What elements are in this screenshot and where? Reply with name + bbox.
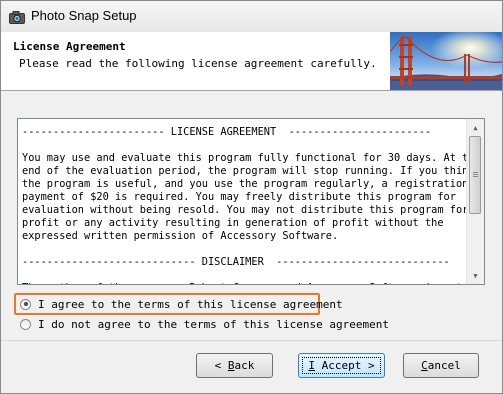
license-line: profit or any activity resulting in gene… bbox=[22, 217, 444, 229]
disagree-radio[interactable] bbox=[20, 318, 31, 330]
back-button[interactable]: < Back bbox=[196, 353, 273, 378]
vertical-scrollbar[interactable]: ▲ ▼ bbox=[466, 119, 484, 284]
setup-window: Photo Snap Setup License Agreement Pleas… bbox=[0, 0, 503, 394]
title-bar[interactable]: Photo Snap Setup bbox=[1, 1, 502, 32]
license-line bbox=[22, 139, 468, 152]
footer-divider bbox=[1, 340, 502, 341]
license-text-box[interactable]: ----------------------- LICENSE AGREEMEN… bbox=[17, 118, 485, 285]
license-line: You may use and evaluate this program fu… bbox=[22, 152, 481, 164]
license-text: ----------------------- LICENSE AGREEMEN… bbox=[22, 126, 481, 284]
license-line: evaluation without being resold. You may… bbox=[22, 204, 469, 216]
license-line: ---------------------------- DISCLAIMER … bbox=[22, 256, 450, 268]
license-line: the program is useful, and you use the p… bbox=[22, 178, 469, 190]
agree-option[interactable]: I agree to the terms of this license agr… bbox=[20, 296, 343, 312]
page-title: License Agreement bbox=[13, 40, 126, 53]
license-line: payment of $20 is required. You may free… bbox=[22, 191, 456, 203]
page-subtitle: Please read the following license agreem… bbox=[19, 57, 377, 70]
license-line: ----------------------- LICENSE AGREEMEN… bbox=[22, 126, 432, 138]
window-title: Photo Snap Setup bbox=[31, 8, 137, 23]
cancel-button-label: Cancel bbox=[421, 359, 461, 372]
scroll-down-arrow-icon[interactable]: ▼ bbox=[467, 267, 484, 284]
golden-gate-bridge-banner bbox=[390, 32, 502, 90]
camera-app-icon bbox=[9, 9, 25, 24]
wizard-header: License Agreement Please read the follow… bbox=[1, 32, 502, 91]
agree-label: I agree to the terms of this license agr… bbox=[38, 297, 343, 311]
accept-button[interactable]: I Accept > bbox=[298, 353, 385, 378]
cancel-button[interactable]: Cancel bbox=[403, 353, 479, 378]
disagree-option[interactable]: I do not agree to the terms of this lice… bbox=[20, 316, 389, 332]
accept-button-label: I Accept > bbox=[308, 359, 375, 372]
license-line bbox=[22, 269, 468, 282]
license-line: end of the evaluation period, the progra… bbox=[22, 165, 475, 177]
license-line: The author of the program, Robert Carson… bbox=[22, 282, 468, 284]
agree-radio[interactable] bbox=[20, 298, 31, 310]
scroll-thumb[interactable] bbox=[469, 136, 481, 214]
license-line: expressed written permission of Accessor… bbox=[22, 230, 339, 242]
back-button-label: < Back bbox=[214, 359, 255, 372]
scroll-up-arrow-icon[interactable]: ▲ bbox=[467, 119, 484, 136]
license-line bbox=[22, 243, 468, 256]
disagree-label: I do not agree to the terms of this lice… bbox=[38, 317, 389, 331]
